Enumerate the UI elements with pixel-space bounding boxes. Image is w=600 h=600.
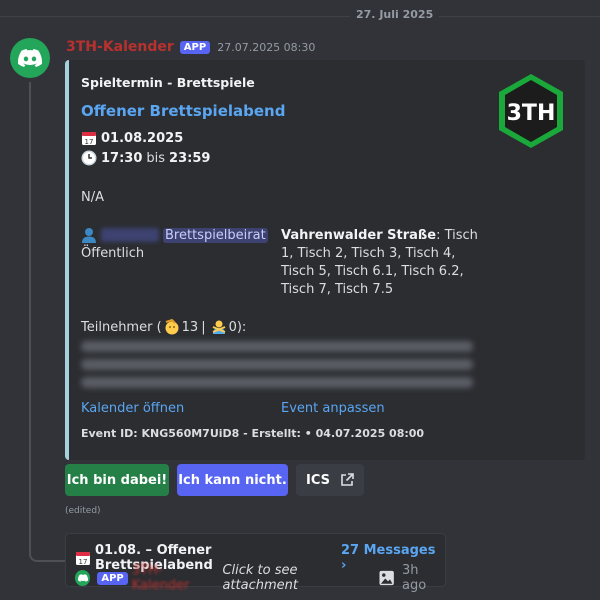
- svg-text:17: 17: [85, 138, 94, 146]
- app-badge: APP: [179, 40, 211, 54]
- time-end: 23:59: [169, 150, 211, 166]
- event-date: 01.08.2025: [101, 130, 184, 146]
- thread-card[interactable]: 17 01.08. – Offener Brettspielabend 27 M…: [65, 533, 446, 593]
- person-icon: [82, 228, 96, 243]
- host-user-mention-redacted: [101, 228, 159, 242]
- attend-button[interactable]: Ich bin dabei!: [65, 464, 169, 496]
- thumbnail-text: 3TH: [507, 101, 556, 126]
- external-link-icon: [341, 473, 354, 486]
- event-visibility: Öffentlich: [81, 246, 145, 261]
- thread-time: 3h ago: [402, 563, 427, 593]
- decline-button[interactable]: Ich kann nicht.: [177, 464, 288, 496]
- participants-separator: |: [201, 319, 206, 335]
- thread-connector-line: [29, 82, 67, 562]
- edited-label: (edited): [65, 506, 101, 516]
- discord-logo-icon: [77, 574, 88, 582]
- thread-preview-text: Click to see attachment: [222, 563, 298, 593]
- ics-label: ICS: [306, 472, 330, 488]
- thread-username: 3TH-Kalender: [131, 563, 190, 593]
- salute-face-icon: [165, 319, 179, 335]
- event-time-line: 17:30 bis 23:59: [81, 150, 210, 166]
- calendar-icon: 17: [82, 132, 96, 146]
- person-gesturing-no-icon: [212, 320, 225, 334]
- embed-footer: Event ID: KNG560M7UiD8 - Erstellt: • 04.…: [81, 427, 425, 440]
- image-icon: [379, 570, 394, 586]
- participants-no: 0):: [228, 319, 247, 335]
- avatar[interactable]: [10, 38, 50, 78]
- participants-line: Teilnehmer ( 13 | 0):: [81, 319, 246, 335]
- ics-button[interactable]: ICS: [296, 464, 364, 496]
- embed-title[interactable]: Offener Brettspielabend: [81, 102, 285, 120]
- discord-logo-icon: [18, 49, 42, 67]
- embed-author: Spieltermin - Brettspiele: [81, 75, 255, 90]
- event-location: Vahrenwalder Straße: Tisch 1, Tisch 2, T…: [281, 227, 491, 299]
- participant-list-redacted-line: [81, 377, 473, 388]
- event-embed: Spieltermin - Brettspiele Offener Bretts…: [65, 60, 585, 460]
- event-description: N/A: [81, 190, 104, 205]
- participants-label: Teilnehmer (: [81, 319, 162, 335]
- participant-list-redacted-line: [81, 341, 473, 352]
- thread-preview: APP 3TH-Kalender Click to see attachment…: [75, 563, 445, 593]
- participants-yes: 13: [181, 319, 199, 335]
- message-header: 3TH-Kalender APP 27.07.2025 08:30: [66, 39, 315, 55]
- time-between: bis: [146, 150, 166, 166]
- 3th-logo-icon: 3TH: [499, 74, 563, 148]
- message-username[interactable]: 3TH-Kalender: [66, 39, 174, 55]
- thread-avatar: [75, 570, 91, 586]
- date-divider-label: 27. Juli 2025: [350, 8, 440, 21]
- thread-app-badge: APP: [97, 571, 128, 585]
- event-date-line: 17 01.08.2025: [81, 130, 183, 146]
- location-name: Vahrenwalder Straße: [281, 228, 437, 243]
- time-start: 17:30: [101, 150, 143, 166]
- host-role-mention[interactable]: Brettspielbeirat: [163, 227, 268, 243]
- participant-list-redacted-line: [81, 359, 473, 370]
- date-divider-line: [0, 16, 600, 17]
- clock-icon: [81, 150, 97, 166]
- event-edit-link[interactable]: Event anpassen: [281, 401, 385, 416]
- message-timestamp: 27.07.2025 08:30: [217, 40, 316, 54]
- calendar-open-link[interactable]: Kalender öffnen: [81, 401, 184, 416]
- host-line: Brettspielbeirat: [81, 227, 268, 243]
